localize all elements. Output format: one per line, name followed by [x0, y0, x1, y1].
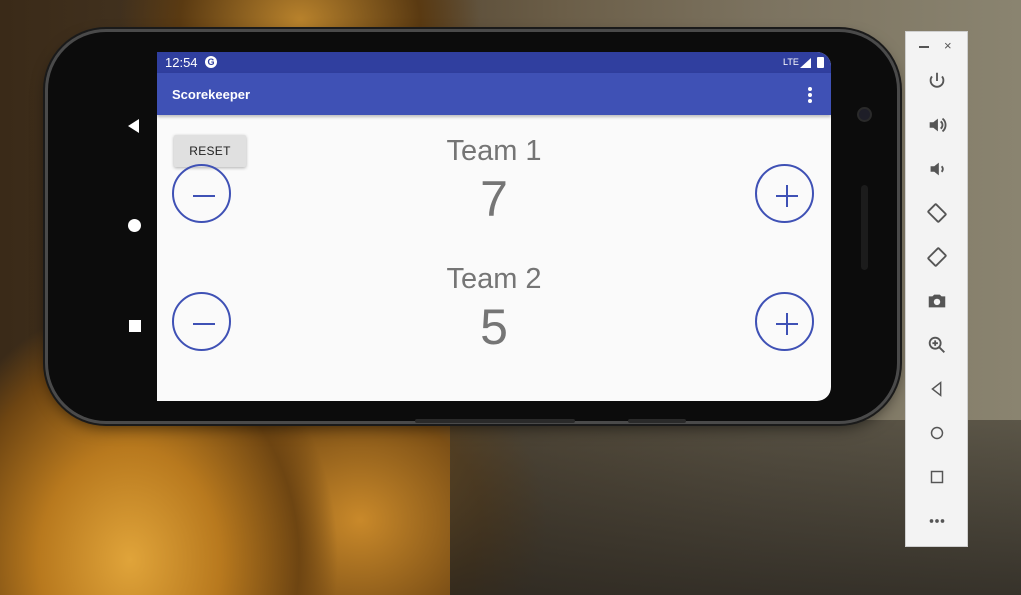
nav-recents-icon[interactable] [129, 320, 141, 332]
team-1-score: 7 [480, 171, 508, 227]
team-2-increase-button[interactable] [755, 292, 814, 351]
volume-up-icon[interactable] [923, 111, 951, 139]
minus-icon [193, 195, 215, 197]
team-2-decrease-button[interactable] [172, 292, 231, 351]
nav-home-icon[interactable] [128, 219, 141, 232]
camera-icon[interactable] [923, 287, 951, 315]
rotate-left-icon[interactable] [923, 199, 951, 227]
zoom-icon[interactable] [923, 331, 951, 359]
speaker-slot [861, 185, 868, 270]
notification-icon: G [205, 56, 217, 68]
back-icon[interactable] [923, 375, 951, 403]
minus-icon [193, 323, 215, 325]
overflow-menu-icon[interactable] [808, 87, 812, 103]
overview-icon[interactable] [923, 463, 951, 491]
minimize-icon[interactable] [919, 46, 929, 48]
signal-icon [800, 58, 811, 68]
reset-button[interactable]: RESET [174, 135, 246, 167]
front-camera [859, 109, 870, 120]
status-time: 12:54 [165, 55, 198, 70]
power-icon[interactable] [923, 67, 951, 95]
close-icon[interactable]: × [944, 38, 952, 53]
team-1-increase-button[interactable] [755, 164, 814, 223]
network-type: LTE [783, 57, 799, 67]
phone-frame: 12:54 G LTE Scorekeeper RESET Team 1 7 T… [48, 32, 897, 421]
device-screen: 12:54 G LTE Scorekeeper RESET Team 1 7 T… [157, 52, 831, 401]
battery-icon [817, 57, 824, 68]
status-bar: 12:54 G LTE [157, 52, 831, 73]
rotate-right-icon[interactable] [923, 243, 951, 271]
team-2-score: 5 [480, 299, 508, 355]
team-1-decrease-button[interactable] [172, 164, 231, 223]
power-key [628, 419, 686, 423]
app-bar: Scorekeeper [157, 73, 831, 115]
team-1-name: Team 1 [446, 135, 542, 167]
nav-back-icon[interactable] [128, 119, 139, 133]
more-icon[interactable] [923, 507, 951, 535]
volume-down-icon[interactable] [923, 155, 951, 183]
home-icon[interactable] [923, 419, 951, 447]
app-title: Scorekeeper [172, 87, 251, 102]
volume-rocker [415, 419, 575, 423]
emulator-toolbar: × [905, 31, 968, 547]
team-2-name: Team 2 [446, 263, 542, 295]
